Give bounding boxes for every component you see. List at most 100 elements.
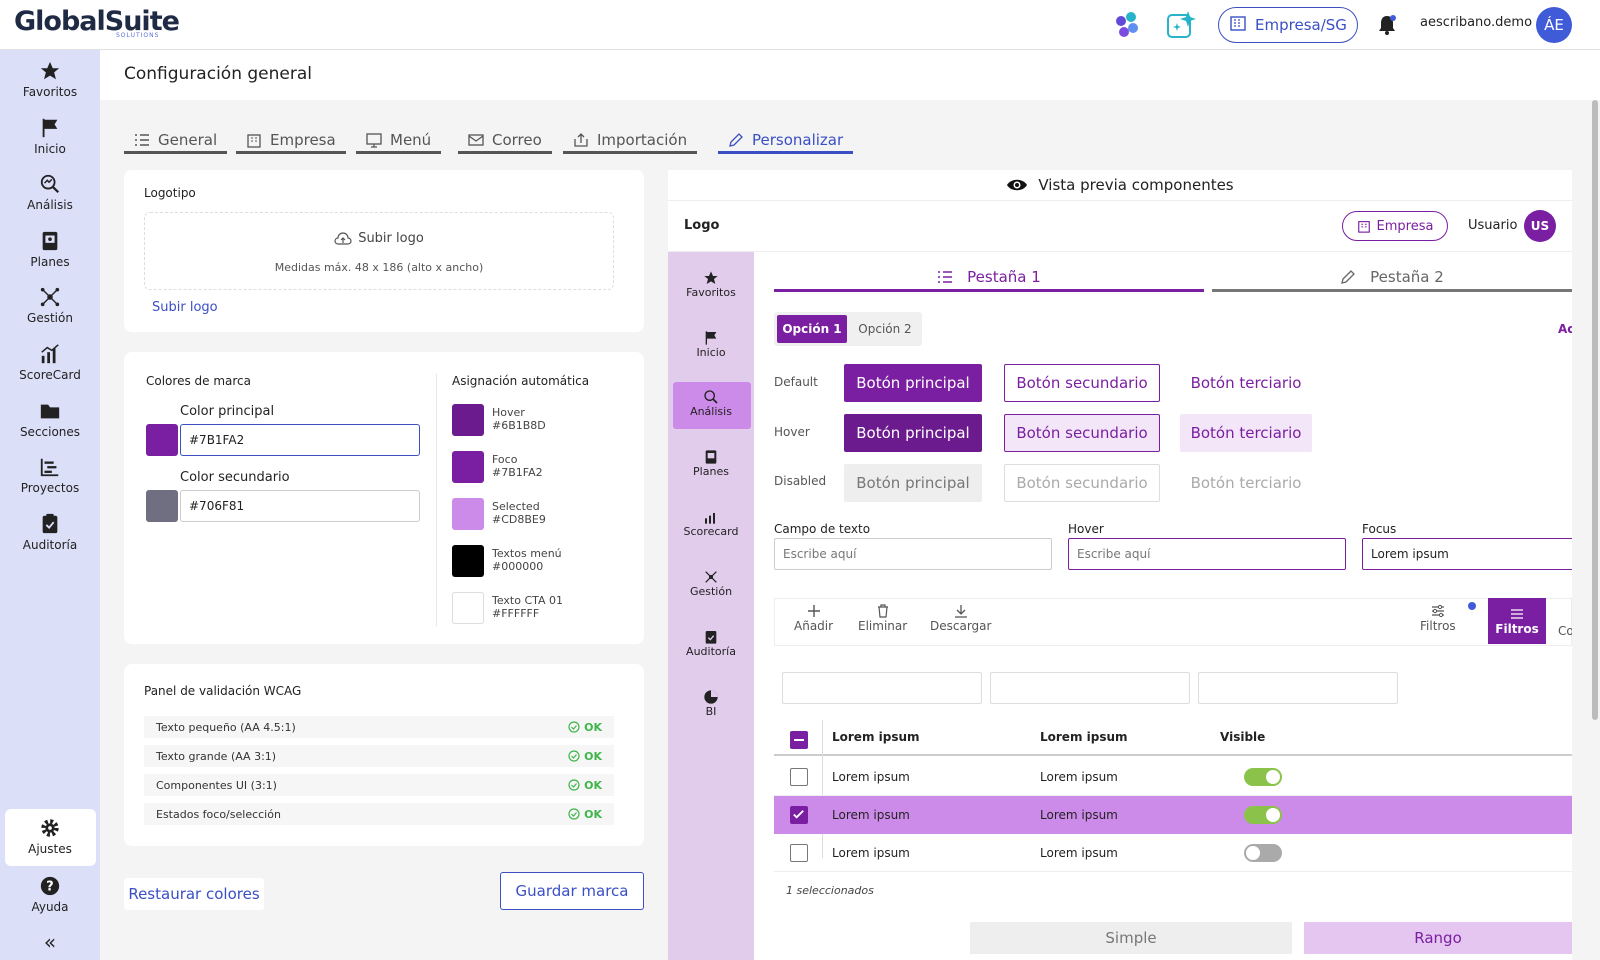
delete-button[interactable]: Eliminar (858, 603, 907, 633)
sidebar-item-auditoria[interactable]: Auditoría (0, 513, 100, 552)
preview-sidebar-item-analisis[interactable]: Análisis (668, 389, 754, 418)
range-toggle-button[interactable]: Rango (1304, 922, 1572, 954)
sidebar-item-scorecard[interactable]: ScoreCard (0, 343, 100, 382)
preview-company-button[interactable]: Empresa (1342, 211, 1448, 241)
visible-toggle[interactable] (1244, 844, 1282, 862)
primary-color-input[interactable]: #7B1FA2 (180, 424, 420, 456)
option-2-button[interactable]: Opción 2 (850, 315, 920, 343)
upload-logo-button[interactable]: Subir logo (145, 231, 613, 246)
bell-icon[interactable] (1376, 13, 1398, 37)
preview-sidebar-item-bi[interactable]: BI (668, 689, 754, 718)
restore-colors-button[interactable]: Restaurar colores (124, 878, 264, 910)
row-checkbox[interactable] (790, 844, 808, 862)
preview-tab-1[interactable]: Pestaña 1 (774, 264, 1204, 292)
preview-sidebar-label: Auditoría (686, 645, 736, 658)
sidebar-item-label: Auditoría (22, 538, 78, 552)
table-row-selected[interactable]: Lorem ipsum Lorem ipsum (774, 796, 1572, 834)
table-row[interactable]: Lorem ipsum Lorem ipsum (774, 758, 1572, 796)
chart-icon (41, 344, 59, 364)
table-header-cell[interactable]: Lorem ipsum (832, 730, 920, 744)
row-checkbox[interactable] (790, 768, 808, 786)
primary-button-default[interactable]: Botón principal (844, 364, 982, 402)
preview-sidebar-item-inicio[interactable]: Inicio (668, 330, 754, 359)
simple-toggle-button[interactable]: Simple (970, 922, 1292, 954)
secondary-button-hover[interactable]: Botón secundario (1004, 414, 1160, 452)
preview-sidebar-item-gestion[interactable]: Gestión (668, 569, 754, 598)
preview-logo: Logo (684, 218, 720, 233)
select-all-checkbox[interactable] (790, 731, 808, 749)
focus-color-swatch (452, 451, 484, 483)
table-cell: Lorem ipsum (832, 808, 910, 822)
primary-color-swatch[interactable] (146, 424, 178, 456)
filters-active-button[interactable]: Filtros (1488, 598, 1546, 644)
preview-sidebar-item-favoritos[interactable]: Favoritos (668, 270, 754, 299)
sidebar-item-favoritos[interactable]: Favoritos (0, 60, 100, 99)
company-selector-button[interactable]: Empresa/SG (1218, 7, 1358, 43)
check-circle-icon (568, 750, 580, 762)
preview-actions-cut[interactable]: Ac (1558, 322, 1572, 336)
preview-sidebar-item-scorecard[interactable]: Scorecard (668, 509, 754, 538)
ai-sparkle-icon[interactable] (1164, 8, 1198, 42)
wcag-row: Texto pequeño (AA 4.5:1) OK (144, 716, 614, 738)
table-row[interactable]: Lorem ipsum Lorem ipsum (774, 834, 1572, 872)
secondary-button-default[interactable]: Botón secundario (1004, 364, 1160, 402)
wcag-row-label: Componentes UI (3:1) (156, 778, 277, 792)
secondary-color-input[interactable]: #706F81 (180, 490, 420, 522)
tab-empresa[interactable]: Empresa (236, 130, 346, 154)
columns-button-cut[interactable]: Co (1558, 624, 1572, 638)
wcag-row: Estados foco/selección OK (144, 803, 614, 825)
secondary-color-swatch[interactable] (146, 490, 178, 522)
app-logo-subtitle: SOLUTIONS (116, 32, 160, 39)
logo-dropzone[interactable]: Subir logo Medidas máx. 48 x 186 (alto x… (144, 212, 614, 290)
sidebar-item-secciones[interactable]: Secciones (0, 400, 100, 439)
text-field-hover[interactable]: Escribe aquí (1068, 538, 1346, 570)
tertiary-button-hover[interactable]: Botón terciario (1180, 414, 1312, 452)
preview-sidebar-item-auditoria[interactable]: Auditoría (668, 629, 754, 658)
row-checkbox-checked[interactable] (790, 806, 808, 824)
download-button[interactable]: Descargar (930, 603, 991, 633)
upload-logo-link[interactable]: Subir logo (152, 300, 218, 315)
visible-toggle[interactable] (1244, 768, 1282, 786)
sidebar-item-inicio[interactable]: Inicio (0, 117, 100, 156)
preview-sidebar-item-planes[interactable]: Planes (668, 449, 754, 478)
primary-button-hover[interactable]: Botón principal (844, 414, 982, 452)
tab-correo[interactable]: Correo (458, 130, 552, 154)
table-header-cell[interactable]: Visible (1220, 730, 1265, 744)
preview-sidebar-label: Gestión (689, 585, 733, 598)
save-brand-button[interactable]: Guardar marca (500, 872, 644, 910)
user-name[interactable]: aescribano.demo (1420, 15, 1532, 30)
tab-general[interactable]: General (124, 130, 228, 154)
visible-toggle[interactable] (1244, 806, 1282, 824)
upload-logo-label: Subir logo (358, 231, 424, 246)
collapse-sidebar-icon[interactable]: « (0, 930, 100, 954)
text-field-default[interactable]: Escribe aquí (774, 538, 1052, 570)
sidebar-item-analisis[interactable]: Análisis (0, 173, 100, 212)
assistant-icon[interactable] (1110, 8, 1144, 42)
filter-input[interactable] (990, 672, 1190, 704)
tab-importacion[interactable]: Importación (563, 130, 698, 154)
option-1-button[interactable]: Opción 1 (777, 315, 847, 343)
filter-input[interactable] (1198, 672, 1398, 704)
page-scrollbar[interactable] (1592, 100, 1598, 720)
table-cell: Lorem ipsum (1040, 808, 1118, 822)
list-icon (938, 270, 953, 283)
sidebar-item-planes[interactable]: Planes (0, 230, 100, 269)
text-field-focus[interactable]: Lorem ipsum (1362, 538, 1572, 570)
add-button[interactable]: Añadir (794, 603, 833, 633)
table-cell: Lorem ipsum (832, 846, 910, 860)
filters-button[interactable]: Filtros (1420, 603, 1456, 633)
tertiary-button-disabled: Botón terciario (1190, 474, 1302, 492)
sidebar-item-ayuda[interactable]: ? Ayuda (0, 875, 100, 914)
sidebar-item-proyectos[interactable]: Proyectos (0, 456, 100, 495)
sidebar-item-ajustes[interactable]: Ajustes (0, 817, 100, 856)
tab-menu[interactable]: Menú (356, 130, 442, 154)
tab-personalizar[interactable]: Personalizar (718, 130, 854, 154)
preview-tab-label: Pestaña 1 (967, 267, 1041, 286)
filter-input[interactable] (782, 672, 982, 704)
table-header-cell[interactable]: Lorem ipsum (1040, 730, 1128, 744)
avatar[interactable]: ÁE (1536, 7, 1572, 43)
tertiary-button-default[interactable]: Botón terciario (1180, 364, 1312, 402)
sliders-icon (1431, 604, 1444, 618)
preview-tab-2[interactable]: Pestaña 2 (1212, 264, 1572, 292)
sidebar-item-gestion[interactable]: Gestión (0, 286, 100, 325)
